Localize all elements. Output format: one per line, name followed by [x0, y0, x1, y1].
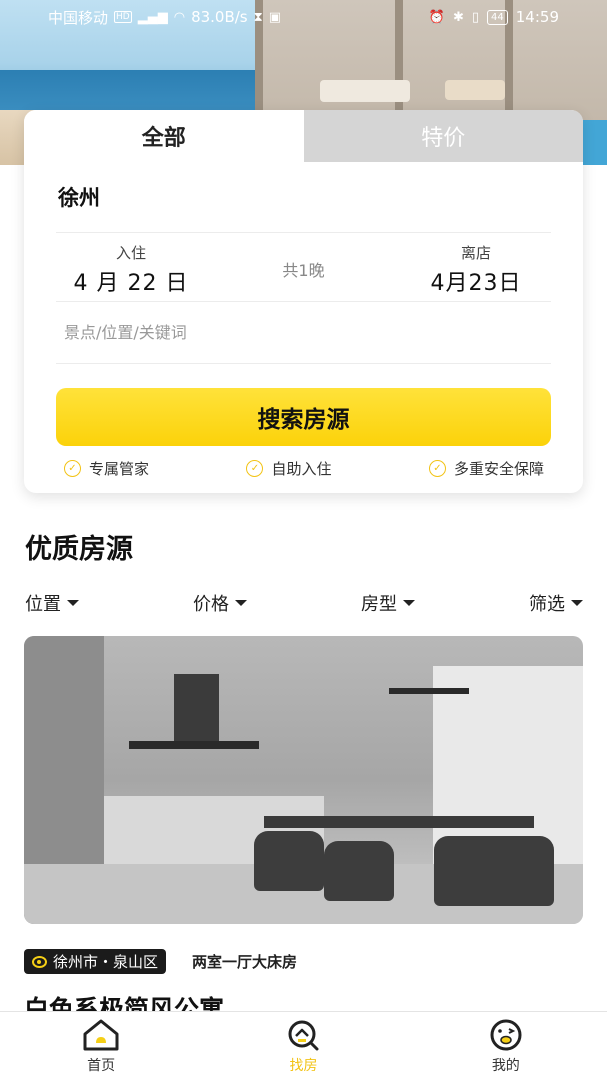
nav-label: 找房	[289, 1057, 318, 1074]
keyword-input[interactable]	[56, 302, 551, 363]
listing-photo[interactable]	[24, 636, 583, 924]
clock: 14:59	[515, 8, 559, 26]
caret-down-icon	[403, 600, 415, 606]
location-eye-icon	[32, 955, 47, 968]
banner-sofa	[320, 80, 410, 102]
location-tag: 徐州市・泉山区	[24, 949, 167, 974]
caret-down-icon	[571, 600, 583, 606]
filter-label: 房型	[361, 594, 397, 615]
bluetooth-icon: ✱	[452, 9, 464, 25]
feature-list: ✓ 专属管家 ✓ 自助入住 ✓ 多重安全保障	[64, 458, 544, 479]
nav-find-house[interactable]: 找房	[202, 1012, 404, 1080]
check-circle-icon: ✓	[428, 460, 446, 477]
vibrate-icon: ▯	[471, 9, 480, 25]
alarm-icon: ⏰	[428, 9, 445, 25]
checkout-value: 4月23日	[430, 271, 522, 296]
filter-location[interactable]: 位置	[25, 590, 79, 616]
nav-profile[interactable]: 我的	[405, 1012, 607, 1080]
wifi-icon: ◠	[173, 9, 186, 25]
hourglass-icon: ⧗	[253, 9, 263, 25]
keyword-field[interactable]	[56, 302, 551, 364]
nav-label: 首页	[87, 1057, 116, 1074]
caret-down-icon	[235, 600, 247, 606]
feature-item: ✓ 自助入住	[246, 458, 332, 479]
filter-label: 位置	[25, 594, 61, 615]
network-speed: 83.0B/s	[191, 8, 248, 26]
location-label: 徐州市・泉山区	[53, 953, 159, 971]
face-icon	[490, 1019, 522, 1050]
status-bar: 中国移动 HD ▂▄▆ ◠ 83.0B/s ⧗ ▣ ⏰ ✱ ▯ 44 14:59	[0, 0, 607, 34]
check-circle-icon: ✓	[64, 460, 81, 477]
check-circle-icon: ✓	[246, 460, 264, 477]
feature-label: 专属管家	[89, 460, 150, 478]
checkout-date[interactable]: 离店 4月23日	[401, 233, 551, 297]
feature-label: 自助入住	[271, 460, 332, 478]
search-house-icon	[288, 1020, 319, 1050]
tab-bar: 全部 特价	[24, 110, 583, 162]
filter-more[interactable]: 筛选	[529, 590, 583, 616]
filter-room-type[interactable]: 房型	[361, 590, 415, 616]
search-button[interactable]: 搜索房源	[56, 388, 551, 446]
home-icon	[83, 1019, 119, 1050]
room-type-label: 两室一厅大床房	[192, 953, 298, 971]
nav-home[interactable]: 首页	[0, 1012, 202, 1080]
feature-label: 多重安全保障	[453, 460, 544, 478]
date-range[interactable]: 入住 4 月 22 日 共1晚 离店 4月23日	[56, 232, 551, 302]
listing-tags: 徐州市・泉山区 两室一厅大床房	[24, 949, 297, 974]
section-title: 优质房源	[25, 527, 133, 566]
bottom-nav: 首页 找房 我的	[0, 1011, 607, 1080]
filter-label: 筛选	[529, 594, 565, 615]
filter-label: 价格	[193, 594, 229, 615]
carrier-label: 中国移动	[48, 8, 109, 27]
hd-badge-icon: HD	[114, 11, 132, 23]
banner-sea	[0, 70, 270, 110]
caret-down-icon	[67, 600, 79, 606]
notification-icon: ▣	[268, 9, 282, 25]
filter-bar: 位置 价格 房型 筛选	[25, 590, 583, 616]
filter-price[interactable]: 价格	[193, 590, 247, 616]
search-card: 全部 特价 徐州 入住 4 月 22 日 共1晚 离店 4月23日 搜索房源 ✓…	[24, 110, 583, 493]
city-selector[interactable]: 徐州	[58, 182, 100, 212]
section-title-text: 优质房源	[25, 534, 133, 565]
signal-icon: ▂▄▆	[137, 9, 168, 25]
checkout-label: 离店	[460, 244, 491, 262]
feature-item: ✓ 专属管家	[64, 458, 149, 479]
battery-icon: 44	[487, 9, 508, 25]
banner-sofa	[445, 80, 505, 100]
nav-label: 我的	[491, 1057, 520, 1074]
tab-all[interactable]: 全部	[24, 110, 304, 162]
tab-special-offer[interactable]: 特价	[303, 110, 583, 162]
feature-item: ✓ 多重安全保障	[428, 458, 544, 479]
